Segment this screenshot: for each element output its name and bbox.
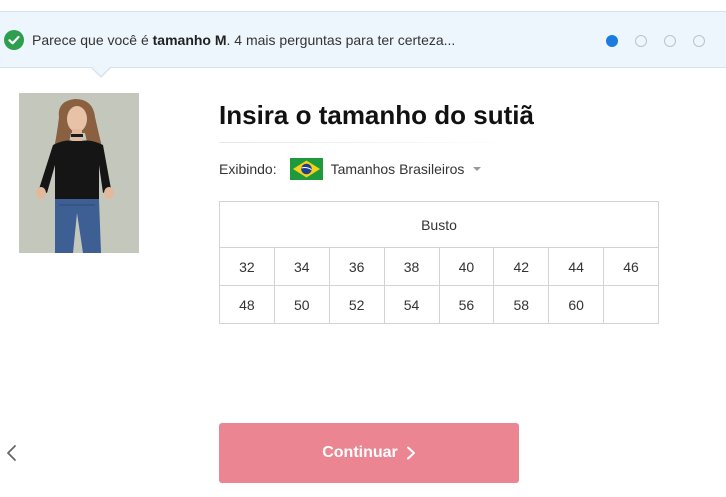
banner-message: Parece que você é tamanho M. 4 mais perg… xyxy=(32,32,455,48)
step-dot-3 xyxy=(664,35,676,47)
chevron-right-icon xyxy=(406,446,415,460)
page-title: Insira o tamanho do sutiã xyxy=(219,100,534,130)
size-option[interactable]: 32 xyxy=(219,247,275,286)
title-divider xyxy=(219,142,519,143)
size-option[interactable]: 60 xyxy=(548,285,605,324)
banner-size: tamanho M xyxy=(152,32,227,48)
size-option[interactable]: 34 xyxy=(273,247,330,286)
bust-size-table: Busto 32 34 36 38 40 42 44 46 48 50 52 5… xyxy=(219,201,659,324)
check-circle-icon xyxy=(4,30,24,50)
size-option[interactable]: 40 xyxy=(438,247,495,286)
size-option[interactable]: 56 xyxy=(438,285,495,324)
step-dot-2 xyxy=(635,35,647,47)
size-system-row: Exibindo: Tamanhos Brasileiros xyxy=(219,158,482,180)
brazil-flag-icon[interactable] xyxy=(289,158,323,180)
size-option[interactable]: 52 xyxy=(328,285,385,324)
size-option[interactable]: 46 xyxy=(603,247,659,286)
table-row: 48 50 52 54 56 58 60 xyxy=(219,285,659,324)
continue-button[interactable]: Continuar xyxy=(219,423,519,483)
banner-suffix: . 4 mais perguntas para ter certeza... xyxy=(226,32,456,48)
size-option[interactable]: 44 xyxy=(548,247,605,286)
size-recommendation-banner: Parece que você é tamanho M. 4 mais perg… xyxy=(0,11,726,68)
size-option[interactable]: 50 xyxy=(273,285,330,324)
table-row: 32 34 36 38 40 42 44 46 xyxy=(219,247,659,286)
size-option[interactable]: 54 xyxy=(383,285,440,324)
banner-pointer xyxy=(90,66,112,78)
table-header-bust: Busto xyxy=(219,201,659,248)
banner-prefix: Parece que você é xyxy=(32,32,153,48)
model-illustration xyxy=(19,93,139,253)
showing-label: Exibindo: xyxy=(219,161,277,177)
size-option[interactable]: 58 xyxy=(493,285,550,324)
continue-label: Continuar xyxy=(322,444,398,461)
back-chevron-icon[interactable] xyxy=(5,444,17,462)
size-system-dropdown[interactable]: Tamanhos Brasileiros xyxy=(331,161,465,177)
empty-cell xyxy=(603,285,659,324)
size-option[interactable]: 48 xyxy=(219,285,275,324)
size-option[interactable]: 42 xyxy=(493,247,550,286)
size-option[interactable]: 38 xyxy=(383,247,440,286)
chevron-down-icon[interactable] xyxy=(473,167,482,171)
step-dot-1 xyxy=(606,35,618,47)
product-image xyxy=(19,93,139,253)
step-indicator xyxy=(606,35,705,47)
step-dot-4 xyxy=(693,35,705,47)
size-option[interactable]: 36 xyxy=(328,247,385,286)
